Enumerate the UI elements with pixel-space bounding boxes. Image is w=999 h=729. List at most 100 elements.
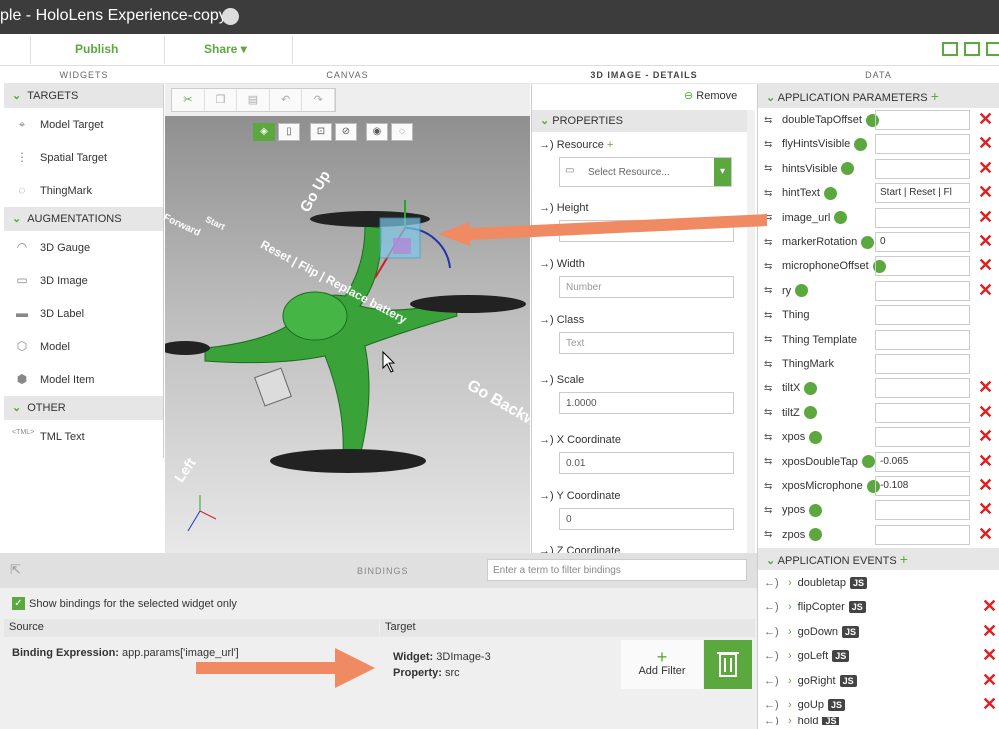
parameter-row[interactable]: ⇆ tiltZ (764, 401, 817, 425)
details-scrollbar[interactable] (747, 110, 755, 553)
parameter-value-input[interactable] (875, 305, 970, 326)
parameter-value-input[interactable]: Start | Reset | Fl (875, 183, 970, 204)
parameter-row[interactable]: ⇆ markerRotation (764, 230, 875, 254)
2d-view-icon[interactable]: ▯ (278, 123, 300, 141)
application-events-header[interactable]: ⌄ APPLICATION EVENTS + (758, 548, 999, 570)
binding-icon[interactable]: ⇆ (764, 407, 782, 418)
check-icon[interactable] (795, 284, 809, 298)
parameter-row[interactable]: ⇆ xposDoubleTap (764, 450, 875, 474)
binding-icon[interactable]: ⇆ (764, 115, 782, 126)
delete-icon[interactable]: ✕ (978, 182, 993, 202)
check-icon[interactable] (834, 211, 848, 225)
binding-icon[interactable]: ⇆ (764, 383, 782, 394)
binding-icon[interactable]: ⇆ (764, 505, 782, 516)
delete-icon[interactable]: ✕ (978, 207, 993, 227)
js-badge[interactable]: JS (827, 699, 845, 711)
layout-right-icon[interactable] (986, 42, 999, 56)
parameter-row[interactable]: ⇆ flyHintsVisible (764, 132, 868, 156)
delete-icon[interactable]: ✕ (982, 621, 997, 641)
parameter-row[interactable]: ⇆ microphoneOffset (764, 254, 886, 278)
layout-bottom-icon[interactable] (964, 42, 980, 56)
parameter-value-input[interactable] (875, 158, 970, 179)
binding-icon[interactable]: ⇆ (764, 261, 782, 272)
event-row[interactable]: ←) › flipCopter JS (764, 595, 866, 619)
event-binding-icon[interactable]: ←) (764, 626, 788, 638)
bindings-filter-input[interactable]: Enter a term to filter bindings (487, 559, 747, 581)
delete-icon[interactable]: ✕ (978, 402, 993, 422)
3d-scene-viewport[interactable] (160, 116, 530, 553)
parameter-value-input[interactable] (875, 134, 970, 155)
binding-icon[interactable]: ⇆ (764, 481, 782, 492)
scale-input[interactable]: 1.0000 (559, 392, 734, 414)
share-button[interactable]: Share ▾ (204, 42, 247, 56)
delete-icon[interactable]: ✕ (978, 499, 993, 519)
width-input[interactable]: Number (559, 276, 734, 298)
delete-icon[interactable]: ✕ (982, 596, 997, 616)
copy-icon[interactable]: ❐ (205, 89, 238, 111)
parameter-value-input[interactable] (875, 524, 970, 545)
binding-icon[interactable]: ⇆ (764, 432, 782, 443)
x-coordinate-input[interactable]: 0.01 (559, 452, 734, 474)
event-binding-icon[interactable]: ←) (764, 717, 788, 725)
widget-3d-label[interactable]: ▬ 3D Label (4, 297, 163, 330)
widget-model-item[interactable]: ⬢ Model Item (4, 363, 163, 396)
delete-icon[interactable]: ✕ (978, 280, 993, 300)
chevron-right-icon[interactable]: › (788, 650, 792, 662)
check-icon[interactable] (861, 235, 875, 249)
delete-icon[interactable]: ✕ (978, 426, 993, 446)
chevron-right-icon[interactable]: › (788, 601, 792, 613)
chevron-right-icon[interactable]: › (788, 699, 792, 711)
parameter-value-input[interactable] (875, 402, 970, 423)
widget-model[interactable]: ⬡ Model (4, 330, 163, 363)
zoom-fit-icon[interactable]: ⊡ (310, 123, 332, 141)
binding-icon[interactable]: ⇆ (764, 359, 782, 370)
parameter-value-input[interactable] (875, 378, 970, 399)
parameter-row[interactable]: ⇆ hintText (764, 181, 837, 205)
event-row[interactable]: ←) › goUp JS (764, 693, 845, 717)
widget-model-target[interactable]: ⌖ Model Target (4, 108, 163, 141)
event-binding-icon[interactable]: ←) (764, 650, 788, 662)
delete-icon[interactable]: ✕ (978, 158, 993, 178)
expand-icon[interactable]: ⇱ (10, 562, 21, 578)
delete-icon[interactable]: ✕ (978, 475, 993, 495)
binding-icon[interactable]: ⇆ (764, 188, 782, 199)
binding-icon[interactable]: ⇆ (764, 139, 782, 150)
section-augmentations[interactable]: ⌄ AUGMENTATIONS (4, 207, 163, 231)
zoom-selected-icon[interactable]: ⊘ (335, 123, 357, 141)
section-other[interactable]: ⌄ OTHER (4, 396, 163, 420)
delete-icon[interactable]: ✕ (978, 451, 993, 471)
delete-icon[interactable]: ✕ (978, 255, 993, 275)
delete-icon[interactable]: ✕ (982, 645, 997, 665)
properties-header[interactable]: ⌄ PROPERTIES (532, 110, 747, 132)
widget-tml-text[interactable]: <TML> TML Text (4, 420, 163, 453)
parameter-row[interactable]: ⇆ tiltX (764, 376, 818, 400)
parameter-value-input[interactable] (875, 354, 970, 374)
check-icon[interactable] (854, 137, 868, 151)
delete-icon[interactable]: ✕ (982, 670, 997, 690)
widget-spatial-target[interactable]: ⋮ Spatial Target (4, 141, 163, 174)
js-badge[interactable]: JS (839, 674, 857, 687)
status-dot-icon[interactable] (222, 8, 239, 25)
delete-icon[interactable]: ✕ (978, 524, 993, 544)
binding-icon[interactable]: ⇆ (764, 529, 782, 540)
widget-3d-gauge[interactable]: ◠ 3D Gauge (4, 231, 163, 264)
binding-icon[interactable]: ⇆ (764, 212, 782, 223)
event-binding-icon[interactable]: ←) (764, 601, 788, 613)
parameter-row[interactable]: ⇆ doubleTapOffset (764, 108, 879, 132)
check-icon[interactable] (809, 430, 823, 444)
event-row[interactable]: ←) › goLeft JS (764, 644, 850, 668)
parameter-value-input[interactable] (875, 427, 970, 448)
parameter-value-input[interactable] (875, 329, 970, 350)
widget-3d-image[interactable]: ▭ 3D Image (4, 264, 163, 297)
binding-icon[interactable]: ⇆ (764, 163, 782, 174)
event-row[interactable]: ←) › hold JS (764, 717, 840, 726)
parameter-row[interactable]: ⇆ Thing Template (764, 328, 857, 352)
check-icon[interactable] (861, 455, 875, 469)
widget-thingmark[interactable]: ◌ ThingMark (4, 174, 163, 207)
parameter-row[interactable]: ⇆ ry (764, 279, 809, 303)
parameter-value-input[interactable]: -0.108 (875, 476, 970, 496)
parameter-value-input[interactable] (875, 110, 970, 130)
check-icon[interactable] (803, 406, 817, 420)
undo-icon[interactable]: ↶ (270, 89, 303, 111)
class-input[interactable]: Text (559, 332, 734, 354)
